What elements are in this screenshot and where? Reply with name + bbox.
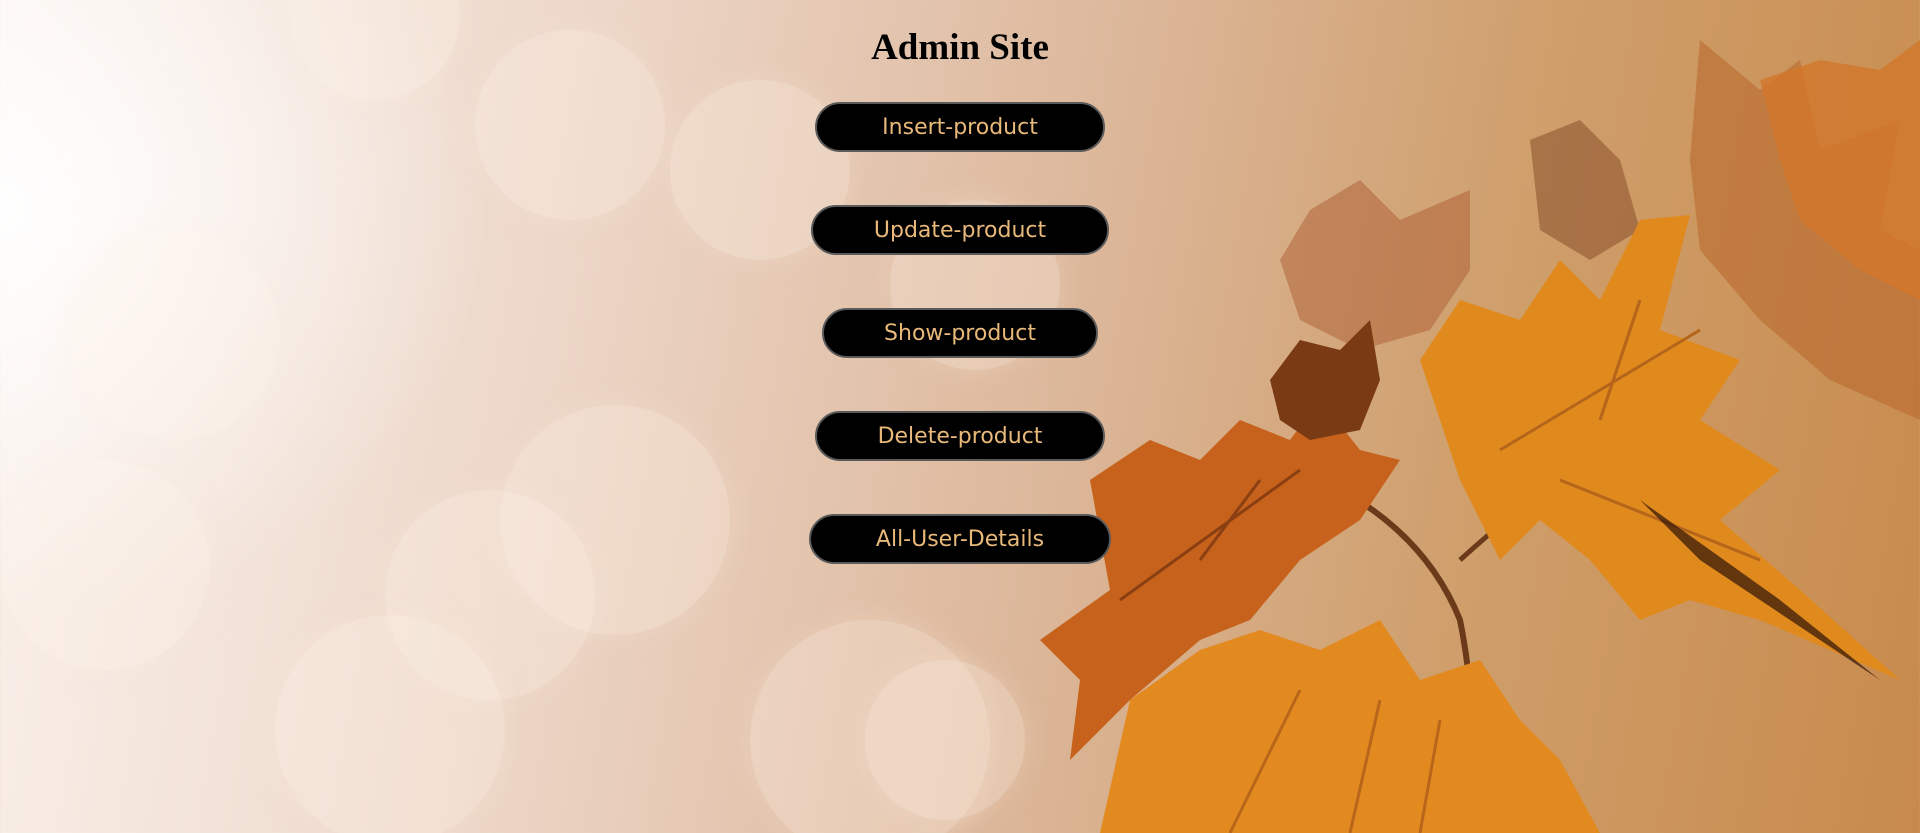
bokeh-circle — [0, 460, 210, 670]
delete-product-button[interactable]: Delete-product — [815, 411, 1105, 461]
insert-product-button[interactable]: Insert-product — [815, 102, 1105, 152]
autumn-leaves-graphic — [1000, 0, 1920, 833]
show-product-button[interactable]: Show-product — [822, 308, 1098, 358]
page-title: Admin Site — [871, 27, 1049, 68]
update-product-button[interactable]: Update-product — [811, 205, 1109, 255]
all-user-details-button[interactable]: All-User-Details — [809, 514, 1111, 564]
bokeh-circle — [70, 230, 280, 440]
bokeh-circle — [275, 615, 505, 833]
